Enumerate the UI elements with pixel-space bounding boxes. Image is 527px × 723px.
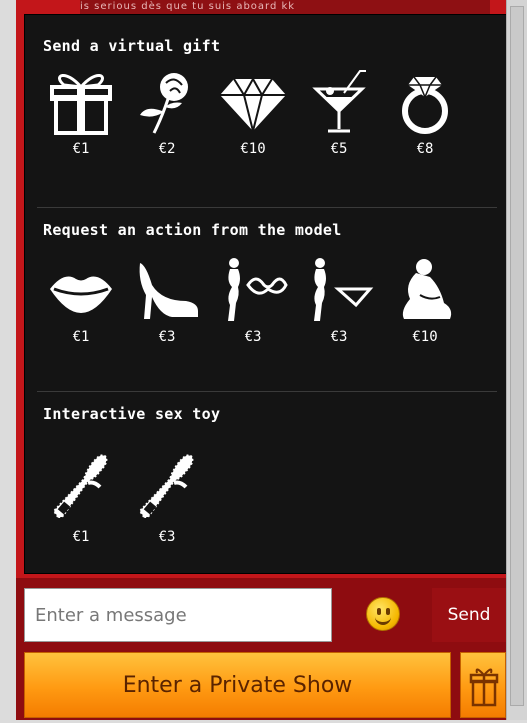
action-item-panties[interactable]: €3 bbox=[299, 255, 379, 345]
price-label: €3 bbox=[244, 329, 262, 345]
section-divider bbox=[37, 207, 497, 208]
price-label: €3 bbox=[330, 329, 348, 345]
price-label: €10 bbox=[240, 141, 266, 157]
remove-bra-icon bbox=[228, 258, 288, 321]
gift-item-box[interactable]: €1 bbox=[41, 67, 121, 157]
send-button[interactable]: Send bbox=[432, 588, 506, 642]
scrollbar[interactable] bbox=[506, 0, 527, 720]
action-item-kiss[interactable]: €1 bbox=[41, 255, 121, 345]
rose-icon bbox=[140, 73, 188, 134]
price-label: €5 bbox=[330, 141, 348, 157]
section-title-toys: Interactive sex toy bbox=[43, 405, 221, 423]
diamond-icon bbox=[220, 76, 286, 132]
toy-low-icon bbox=[52, 454, 108, 518]
action-item-bra[interactable]: €3 bbox=[213, 255, 293, 345]
toy-item-high[interactable]: €3 bbox=[127, 445, 207, 545]
remove-panties-icon bbox=[314, 258, 374, 321]
gift-item-ring[interactable]: €8 bbox=[385, 67, 465, 157]
ring-icon bbox=[402, 76, 448, 134]
gift-box-icon bbox=[50, 74, 112, 135]
price-label: €8 bbox=[416, 141, 434, 157]
price-label: €3 bbox=[158, 529, 176, 545]
price-label: €1 bbox=[72, 529, 90, 545]
section-title-gifts: Send a virtual gift bbox=[43, 37, 221, 55]
section-divider bbox=[37, 391, 497, 392]
gift-item-diamond[interactable]: €10 bbox=[213, 67, 293, 157]
price-label: €10 bbox=[412, 329, 438, 345]
high-heel-icon bbox=[139, 263, 198, 319]
price-label: €2 bbox=[158, 141, 176, 157]
price-label: €3 bbox=[158, 329, 176, 345]
gift-menu-button[interactable] bbox=[460, 652, 506, 718]
smiley-icon[interactable] bbox=[366, 597, 400, 631]
toy-high-icon bbox=[138, 454, 194, 518]
action-item-pose[interactable]: €10 bbox=[385, 255, 465, 345]
pose-icon bbox=[402, 259, 452, 319]
tip-menu-panel: Send a virtual gift €1 €2 €10 €5 €8 Requ… bbox=[24, 14, 507, 574]
chat-message-partial: is serious dès que tu suis aboard kk bbox=[80, 0, 490, 14]
gift-item-cocktail[interactable]: €5 bbox=[299, 67, 379, 157]
message-input[interactable] bbox=[24, 588, 332, 642]
action-item-heels[interactable]: €3 bbox=[127, 255, 207, 345]
price-label: €1 bbox=[72, 329, 90, 345]
gift-icon bbox=[469, 668, 499, 707]
lips-icon bbox=[50, 276, 112, 313]
private-show-button[interactable]: Enter a Private Show bbox=[24, 652, 451, 718]
section-title-actions: Request an action from the model bbox=[43, 221, 342, 239]
cocktail-icon bbox=[312, 70, 366, 133]
gift-item-rose[interactable]: €2 bbox=[127, 67, 207, 157]
scrollbar-thumb[interactable] bbox=[510, 6, 524, 706]
price-label: €1 bbox=[72, 141, 90, 157]
toy-item-low[interactable]: €1 bbox=[41, 445, 121, 545]
